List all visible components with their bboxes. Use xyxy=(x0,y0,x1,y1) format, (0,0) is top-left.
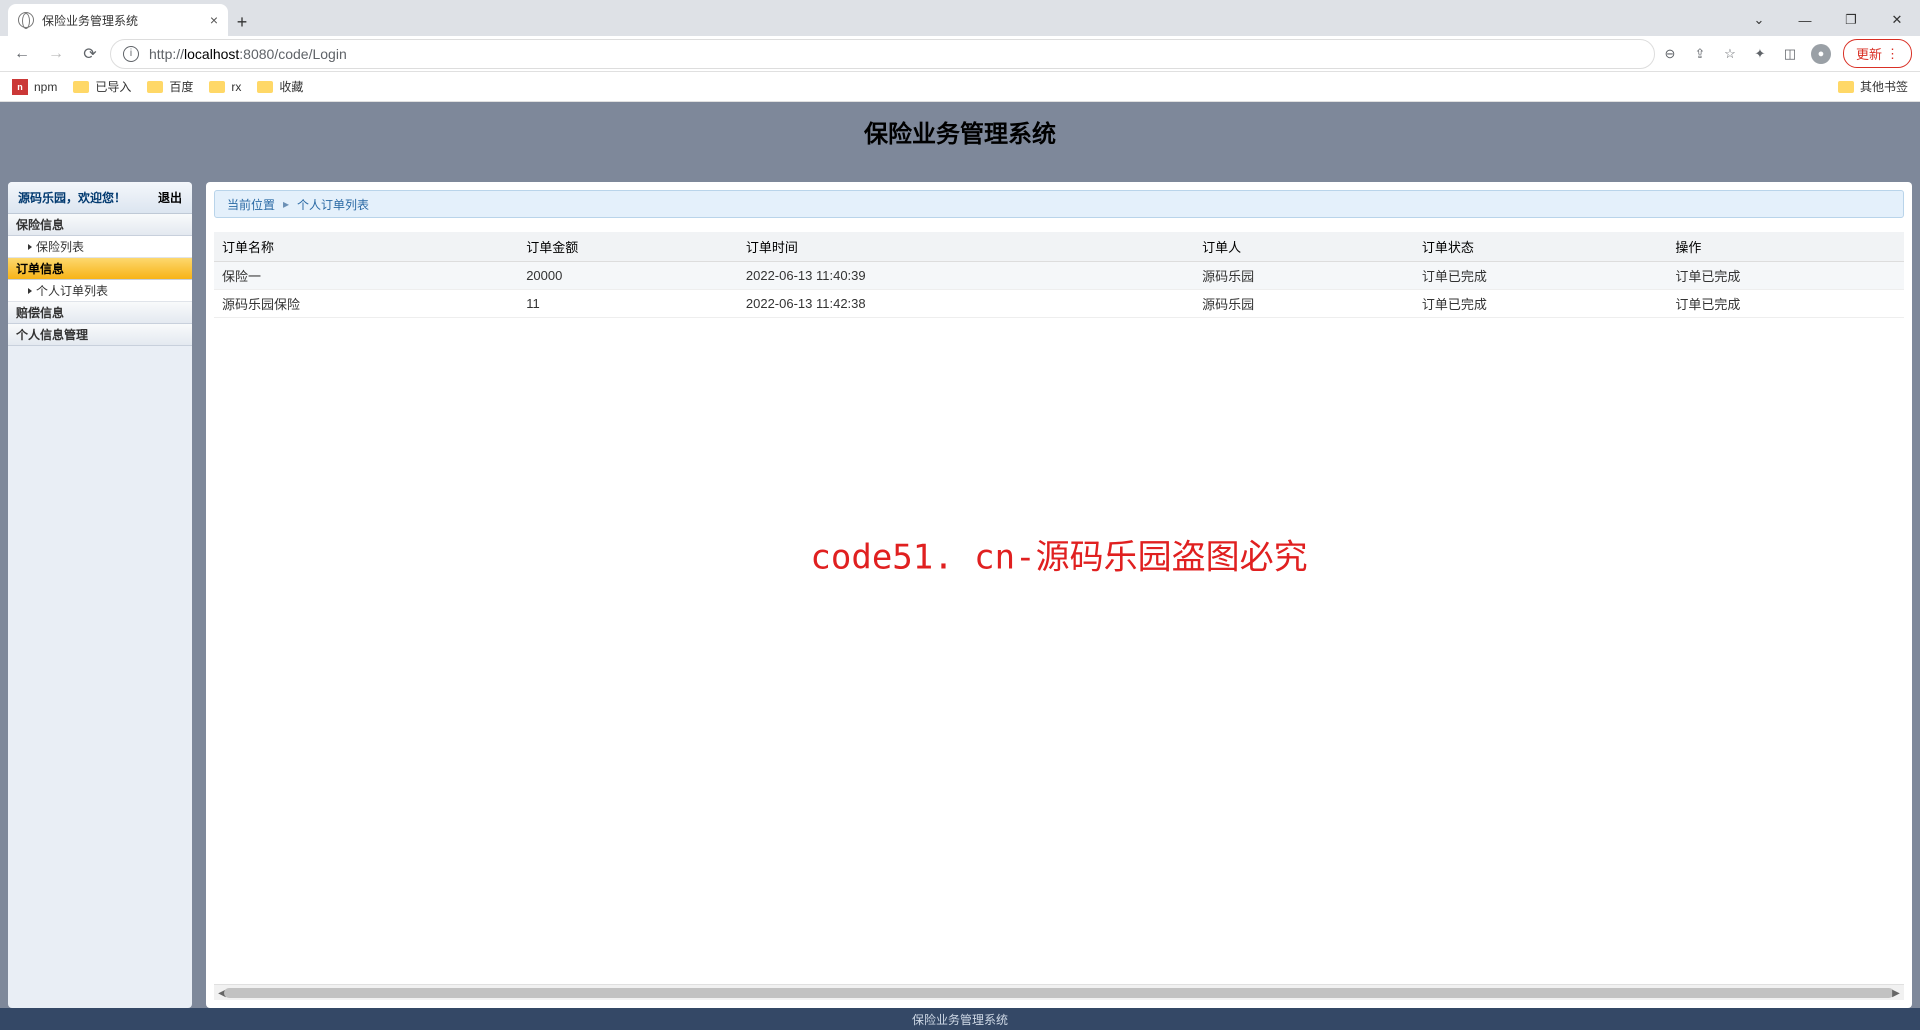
sidebar-cat-orders[interactable]: 订单信息 xyxy=(8,258,192,280)
table-cell: 订单已完成 xyxy=(1414,262,1668,290)
col-time: 订单时间 xyxy=(738,232,1194,262)
table-container: 订单名称 订单金额 订单时间 订单人 订单状态 操作 保险一200002022-… xyxy=(214,232,1904,984)
sidebar-item-personal-orders[interactable]: 个人订单列表 xyxy=(8,280,192,302)
table-cell: 源码乐园保险 xyxy=(214,290,518,318)
breadcrumb: 当前位置 ▸ 个人订单列表 xyxy=(214,190,1904,218)
app-header: 保险业务管理系统 xyxy=(0,102,1920,182)
url-path: /code/Login xyxy=(274,46,346,62)
sidepanel-icon[interactable]: ◫ xyxy=(1781,45,1799,63)
app-container: 保险业务管理系统 源码乐园，欢迎您！ 退出 保险信息 保险列表 订单信息 个人订… xyxy=(0,102,1920,1030)
bookmark-collection[interactable]: 收藏 xyxy=(257,78,303,95)
table-cell: 订单已完成 xyxy=(1667,290,1904,318)
page-title: 保险业务管理系统 xyxy=(864,114,1056,149)
sidebar-cat-profile[interactable]: 个人信息管理 xyxy=(8,324,192,346)
bookmark-rx[interactable]: rx xyxy=(209,80,241,94)
folder-icon xyxy=(209,81,225,93)
site-info-icon[interactable]: i xyxy=(123,46,139,62)
window-controls: ⌄ — ❐ ✕ xyxy=(1736,4,1920,36)
table-cell: 源码乐园 xyxy=(1194,262,1414,290)
folder-icon xyxy=(147,81,163,93)
sidebar-header: 源码乐园，欢迎您！ 退出 xyxy=(8,182,192,214)
folder-icon xyxy=(257,81,273,93)
triangle-icon xyxy=(28,288,32,294)
table-cell: 11 xyxy=(518,290,738,318)
welcome-text: 源码乐园，欢迎您！ xyxy=(18,189,126,206)
table-row[interactable]: 源码乐园保险112022-06-13 11:42:38源码乐园订单已完成订单已完… xyxy=(214,290,1904,318)
tab-title: 保险业务管理系统 xyxy=(42,12,138,29)
col-user: 订单人 xyxy=(1194,232,1414,262)
globe-icon xyxy=(18,12,34,28)
url-field[interactable]: i http://localhost:8080/code/Login xyxy=(110,39,1655,69)
breadcrumb-current: 个人订单列表 xyxy=(297,196,369,213)
table-cell: 2022-06-13 11:40:39 xyxy=(738,262,1194,290)
url-scheme: http:// xyxy=(149,46,184,62)
col-status: 订单状态 xyxy=(1414,232,1668,262)
main-panel: 当前位置 ▸ 个人订单列表 订单名称 订单金额 订单时间 订单人 订单状态 xyxy=(206,182,1912,1008)
sidebar-item-insurance-list[interactable]: 保险列表 xyxy=(8,236,192,258)
star-icon[interactable]: ☆ xyxy=(1721,45,1739,63)
sidebar: 源码乐园，欢迎您！ 退出 保险信息 保险列表 订单信息 个人订单列表 赔偿信息 … xyxy=(8,182,192,1008)
new-tab-button[interactable]: + xyxy=(228,8,256,36)
browser-tab-bar: 保险业务管理系统 × + ⌄ — ❐ ✕ xyxy=(0,0,1920,36)
watermark-text: code51. cn-源码乐园盗图必究 xyxy=(810,529,1307,578)
table-cell: 订单已完成 xyxy=(1667,262,1904,290)
reload-button[interactable]: ⟳ xyxy=(76,40,104,68)
table-header-row: 订单名称 订单金额 订单时间 订单人 订单状态 操作 xyxy=(214,232,1904,262)
close-window-icon[interactable]: ✕ xyxy=(1874,4,1920,36)
sidebar-cat-insurance[interactable]: 保险信息 xyxy=(8,214,192,236)
orders-table: 订单名称 订单金额 订单时间 订单人 订单状态 操作 保险一200002022-… xyxy=(214,232,1904,318)
profile-avatar[interactable]: ● xyxy=(1811,44,1831,64)
footer-text: 保险业务管理系统 xyxy=(912,1011,1008,1028)
url-host: localhost xyxy=(184,46,239,62)
col-name: 订单名称 xyxy=(214,232,518,262)
window-dropdown-icon[interactable]: ⌄ xyxy=(1736,4,1782,36)
col-amount: 订单金额 xyxy=(518,232,738,262)
npm-icon: n xyxy=(12,79,28,95)
triangle-icon xyxy=(28,244,32,250)
browser-tab[interactable]: 保险业务管理系统 × xyxy=(8,4,228,36)
folder-icon xyxy=(73,81,89,93)
app-footer: 保险业务管理系统 xyxy=(0,1008,1920,1030)
forward-button[interactable]: → xyxy=(42,40,70,68)
url-port: :8080 xyxy=(239,46,274,62)
table-cell: 源码乐园 xyxy=(1194,290,1414,318)
minimize-icon[interactable]: — xyxy=(1782,4,1828,36)
other-bookmarks[interactable]: 其他书签 xyxy=(1838,78,1908,95)
close-tab-icon[interactable]: × xyxy=(210,12,218,28)
bookmark-bar: nnpm 已导入 百度 rx 收藏 其他书签 xyxy=(0,72,1920,102)
folder-icon xyxy=(1838,81,1854,93)
extensions-icon[interactable]: ✦ xyxy=(1751,45,1769,63)
table-cell: 2022-06-13 11:42:38 xyxy=(738,290,1194,318)
update-button[interactable]: 更新⋮ xyxy=(1843,39,1912,68)
bookmark-baidu[interactable]: 百度 xyxy=(147,78,193,95)
sidebar-cat-claims[interactable]: 赔偿信息 xyxy=(8,302,192,324)
table-cell: 20000 xyxy=(518,262,738,290)
breadcrumb-label: 当前位置 xyxy=(227,196,275,213)
back-button[interactable]: ← xyxy=(8,40,36,68)
horizontal-scrollbar[interactable]: ◀ ▶ xyxy=(214,984,1904,1000)
scroll-right-icon[interactable]: ▶ xyxy=(1888,985,1904,1001)
chevron-right-icon: ▸ xyxy=(283,197,289,211)
scrollbar-thumb[interactable] xyxy=(224,988,1894,998)
table-row[interactable]: 保险一200002022-06-13 11:40:39源码乐园订单已完成订单已完… xyxy=(214,262,1904,290)
zoom-icon[interactable]: ⊖ xyxy=(1661,45,1679,63)
logout-button[interactable]: 退出 xyxy=(158,189,182,206)
maximize-icon[interactable]: ❐ xyxy=(1828,4,1874,36)
table-cell: 保险一 xyxy=(214,262,518,290)
table-cell: 订单已完成 xyxy=(1414,290,1668,318)
bookmark-imported[interactable]: 已导入 xyxy=(73,78,131,95)
col-action: 操作 xyxy=(1667,232,1904,262)
address-bar: ← → ⟳ i http://localhost:8080/code/Login… xyxy=(0,36,1920,72)
bookmark-npm[interactable]: nnpm xyxy=(12,79,57,95)
share-icon[interactable]: ⇪ xyxy=(1691,45,1709,63)
